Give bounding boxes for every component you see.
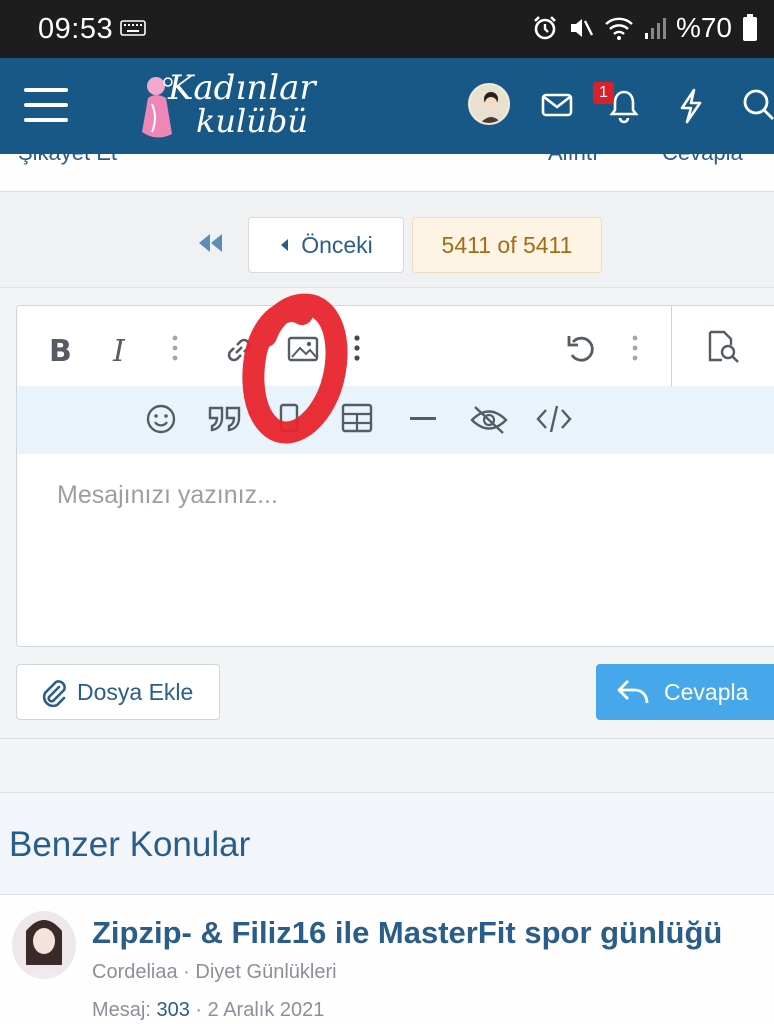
pagination: Önceki 5411 of 5411: [0, 192, 774, 288]
meta-separator: ·: [183, 961, 196, 983]
paperclip-icon: [42, 680, 66, 707]
italic-icon[interactable]: I: [109, 332, 135, 366]
svg-text:B: B: [49, 334, 72, 366]
keyboard-icon: [120, 20, 146, 36]
message-editor: B I Mesajınızı yazınız...: [16, 305, 774, 647]
status-icons: %70: [532, 12, 758, 44]
mute-icon: [570, 19, 594, 37]
undo-icon[interactable]: [565, 332, 597, 364]
logo-line2: kulübü: [196, 102, 308, 140]
more-vertical-icon[interactable]: [631, 334, 639, 362]
meta-separator: ·: [195, 999, 208, 1021]
lightning-icon[interactable]: [676, 88, 706, 124]
messages-label: Mesaj:: [92, 999, 151, 1021]
attach-file-label: Dosya Ekle: [77, 678, 194, 705]
thread-date: 2 Aralık 2021: [207, 999, 325, 1021]
reply-button[interactable]: Cevapla: [596, 664, 774, 720]
divider: [0, 738, 774, 739]
report-link[interactable]: Şikayet Et: [18, 154, 117, 166]
avatar[interactable]: [12, 911, 76, 979]
user-avatar[interactable]: [468, 83, 510, 125]
attach-file-button[interactable]: Dosya Ekle: [16, 664, 220, 720]
reply-button-label: Cevapla: [664, 678, 749, 705]
signal-icon: [644, 18, 666, 39]
battery-percent: %70: [675, 12, 732, 43]
bell-icon[interactable]: [607, 88, 641, 124]
thread-meta: Cordeliaa · Diyet Günlükleri: [92, 961, 337, 984]
status-bar: 09:53 %70: [0, 0, 774, 58]
editor-toolbar-primary: B I: [17, 306, 774, 386]
battery-icon: [743, 14, 757, 41]
caret-left-icon: [281, 239, 289, 251]
prev-page-button[interactable]: Önceki: [248, 217, 404, 273]
avatar-figure-icon: [26, 920, 62, 979]
post-footer: Şikayet Et Alıntı Cevapla: [0, 154, 774, 192]
thread-title-link[interactable]: Zipzip- & Filiz16 ile MasterFit spor gün…: [92, 915, 722, 951]
code-icon[interactable]: [535, 403, 573, 435]
spoiler-icon[interactable]: [469, 405, 509, 435]
more-vertical-icon[interactable]: [171, 334, 179, 362]
similar-threads: Benzer Konular Zipzip- & Filiz16 ile Mas…: [0, 792, 774, 1024]
more-vertical-icon[interactable]: [353, 334, 361, 362]
preview-toggle[interactable]: [671, 306, 774, 386]
messages-count: 303: [156, 999, 190, 1021]
site-logo[interactable]: Kadınlar kulübü: [138, 68, 338, 146]
editor-toolbar-secondary: [17, 386, 774, 454]
page-count[interactable]: 5411 of 5411: [412, 217, 602, 273]
envelope-icon[interactable]: [540, 88, 574, 122]
similar-threads-title: Benzer Konular: [9, 825, 251, 864]
thread-author[interactable]: Cordeliaa: [92, 961, 178, 983]
status-time: 09:53: [38, 13, 114, 45]
quote-link[interactable]: Alıntı: [548, 154, 598, 166]
similar-threads-header: Benzer Konular: [0, 793, 774, 895]
reply-link[interactable]: Cevapla: [662, 154, 743, 166]
search-icon[interactable]: [742, 88, 774, 124]
horizontal-rule-icon[interactable]: [409, 416, 437, 422]
smiley-icon[interactable]: [145, 403, 177, 435]
annotation-circle: [242, 293, 348, 444]
prev-page-label: Önceki: [301, 231, 373, 258]
svg-text:I: I: [112, 334, 126, 366]
thread-stats: Mesaj: 303 · 2 Aralık 2021: [92, 999, 324, 1022]
thread-forum[interactable]: Diyet Günlükleri: [195, 961, 336, 983]
app-header: Kadınlar kulübü 1: [0, 58, 774, 154]
preview-icon: [708, 330, 739, 363]
first-page-icon[interactable]: [196, 232, 224, 254]
wifi-icon: [605, 17, 633, 40]
alarm-icon: [534, 16, 556, 40]
bold-icon[interactable]: B: [47, 332, 73, 366]
message-input[interactable]: Mesajınızı yazınız...: [57, 481, 278, 510]
reply-arrow-icon: [617, 680, 649, 704]
page-count-label: 5411 of 5411: [441, 231, 573, 258]
menu-icon[interactable]: [24, 88, 68, 124]
avatar-figure-icon: [480, 92, 502, 123]
